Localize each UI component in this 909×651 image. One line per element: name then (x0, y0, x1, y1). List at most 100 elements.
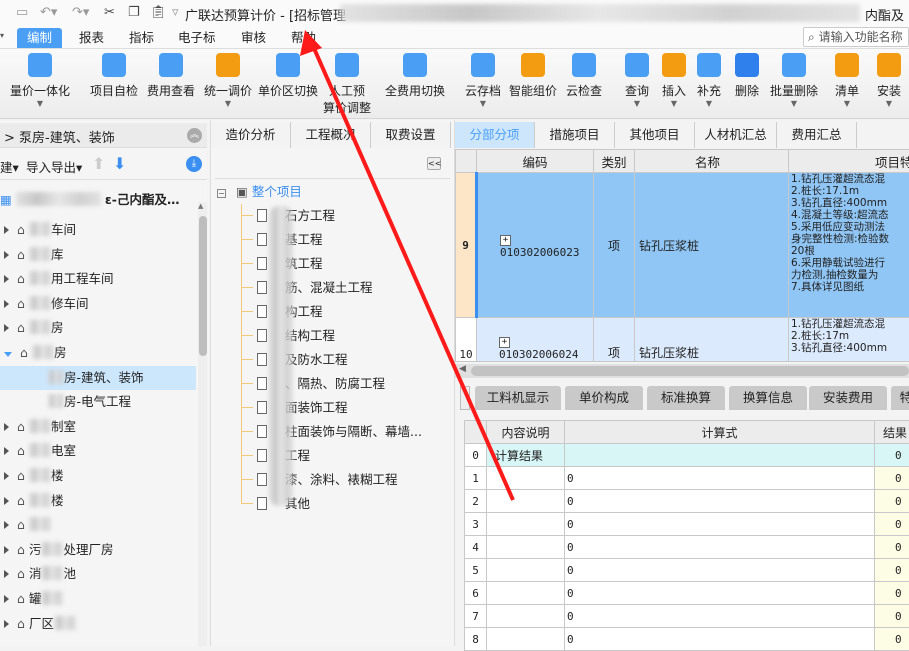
expand-arrow-icon[interactable] (4, 620, 9, 628)
bottom-tab-5[interactable]: 特 (891, 386, 909, 410)
section-item[interactable]: 筋、混凝土工程 (241, 276, 373, 300)
tree-item[interactable]: 房-电气工程 (0, 390, 196, 414)
desc-cell[interactable] (487, 559, 565, 582)
menu-review[interactable]: 审核 (231, 28, 276, 48)
tab-cost-analysis[interactable]: 造价分析 (211, 122, 291, 148)
scrollbar-thumb[interactable] (199, 216, 207, 356)
formula-cell[interactable]: 0 (565, 628, 875, 651)
calc-row[interactable]: 1 0 0 (465, 467, 909, 490)
tree-item[interactable]: ⌂修车间 (4, 292, 88, 316)
collapse-up-icon[interactable]: ︽ (187, 128, 202, 143)
menu-help[interactable]: 帮助 (281, 28, 326, 48)
type-cell[interactable]: 项 (594, 173, 635, 318)
menu-report[interactable]: 报表 (69, 28, 114, 48)
menu-edit[interactable]: 编制 (17, 28, 62, 48)
toolbar-button-7[interactable]: 云存档▼ (465, 53, 501, 108)
redo-icon[interactable]: ↷▾ (72, 5, 89, 20)
expand-arrow-icon[interactable] (4, 472, 9, 480)
tree-item[interactable]: ⌂污处理厂房 (4, 538, 113, 562)
calc-row[interactable]: 0 计算结果 0 (465, 444, 909, 467)
code-cell[interactable]: +010302006023 (477, 173, 594, 318)
section-item[interactable]: 漆、涂料、裱糊工程 (241, 468, 398, 492)
tree-item[interactable]: ⌂罐 (4, 587, 63, 611)
scrollbar-thumb[interactable] (471, 366, 909, 376)
download-icon[interactable]: ⤓ (186, 156, 202, 172)
expand-arrow-icon[interactable] (4, 324, 9, 332)
tree-item[interactable]: ⌂ (4, 513, 51, 537)
expand-arrow-icon[interactable] (4, 497, 9, 505)
paste-icon[interactable]: 📋︎ (150, 5, 167, 20)
toolbar-button-13[interactable]: 删除 (735, 53, 759, 99)
tab-4[interactable]: 费用汇总 (777, 122, 857, 148)
formula-cell[interactable]: 0 (565, 582, 875, 605)
new-dropdown[interactable]: 建▾ (0, 157, 19, 176)
save-icon[interactable]: ▭ (16, 5, 28, 20)
dropdown-arrow-icon[interactable]: ▼ (697, 99, 721, 108)
toolbar-button-11[interactable]: 插入▼ (662, 53, 686, 108)
tree-item[interactable]: ⌂消池 (4, 562, 76, 586)
menu-dropdown-icon[interactable]: ▾ (0, 31, 4, 40)
table-row[interactable]: 10 +010302006024 项 钻孔压浆桩 1.钻孔压灌超流态混2.桩长:… (456, 318, 909, 362)
toolbar-button-9[interactable]: 云检查 (566, 53, 602, 99)
code-cell[interactable]: +010302006024 (477, 318, 594, 362)
section-item[interactable]: 面装饰工程 (241, 396, 348, 420)
calc-row[interactable]: 2 0 0 (465, 490, 909, 513)
formula-cell[interactable]: 0 (565, 605, 875, 628)
calc-row[interactable]: 5 0 0 (465, 559, 909, 582)
move-up-icon[interactable]: ⬆ (92, 154, 105, 173)
name-cell[interactable]: 钻孔压浆桩 (635, 318, 789, 362)
dropdown-arrow-icon[interactable]: ▼ (770, 99, 818, 108)
calc-row[interactable]: 3 0 0 (465, 513, 909, 536)
bottom-tab-3[interactable]: 换算信息 (729, 386, 807, 410)
expand-arrow-icon[interactable] (4, 352, 12, 357)
formula-cell[interactable]: 0 (565, 536, 875, 559)
toolbar-button-1[interactable]: 项目自检 (90, 53, 138, 99)
tab-2[interactable]: 其他项目 (615, 122, 695, 148)
tree-item[interactable]: 房-建筑、装饰 (0, 366, 196, 390)
desc-cell[interactable] (487, 536, 565, 559)
tree-item[interactable]: ⌂制室 (4, 415, 76, 439)
tree-item[interactable]: ⌂库 (4, 243, 63, 267)
section-item[interactable]: 及防水工程 (241, 348, 348, 372)
desc-cell[interactable] (487, 490, 565, 513)
calc-row[interactable]: 4 0 0 (465, 536, 909, 559)
expand-arrow-icon[interactable] (4, 423, 9, 431)
toolbar-button-15[interactable]: 清单▼ (835, 53, 859, 108)
type-cell[interactable]: 项 (594, 318, 635, 362)
calc-row[interactable]: 8 0 0 (465, 628, 909, 651)
table-row[interactable]: 9 +010302006023 项 钻孔压浆桩 1.钻孔压灌超流态混2.桩长:1… (456, 173, 909, 318)
col-features[interactable]: 项目特征 (789, 150, 909, 173)
bottom-tab-1[interactable]: 单价构成 (565, 386, 643, 410)
toolbar-button-8[interactable]: 智能组价 (509, 53, 557, 99)
move-down-icon[interactable]: ⬇ (113, 154, 126, 173)
customize-dropdown-icon[interactable]: ▿ (172, 5, 179, 20)
desc-cell[interactable] (487, 628, 565, 651)
tree-item[interactable]: ⌂车间 (4, 218, 76, 242)
tab-fee-settings[interactable]: 取费设置 (371, 122, 451, 148)
toolbar-button-12[interactable]: 补充▼ (697, 53, 721, 108)
expand-toggle[interactable] (460, 386, 470, 410)
dropdown-arrow-icon[interactable]: ▼ (662, 99, 686, 108)
bottom-tab-2[interactable]: 标准换算 (647, 386, 725, 410)
section-item[interactable]: 、隔热、防腐工程 (241, 372, 385, 396)
formula-cell[interactable] (565, 444, 875, 467)
bottom-tab-4[interactable]: 安装费用 (809, 386, 887, 410)
desc-cell[interactable]: 计算结果 (487, 444, 565, 467)
formula-cell[interactable]: 0 (565, 490, 875, 513)
undo-icon[interactable]: ↶▾ (40, 5, 57, 20)
tab-3[interactable]: 人材机汇总 (695, 122, 777, 148)
toolbar-button-0[interactable]: 量价一体化▼ (10, 53, 70, 108)
expand-arrow-icon[interactable] (4, 546, 9, 554)
tree-item[interactable]: ⌂用工程车间 (4, 267, 113, 291)
desc-cell[interactable] (487, 513, 565, 536)
bottom-tab-0[interactable]: 工料机显示 (475, 386, 561, 410)
col-type[interactable]: 类别 (594, 150, 635, 173)
toolbar-button-3[interactable]: 统一调价▼ (204, 53, 252, 108)
collapse-icon[interactable]: − (217, 189, 226, 198)
expand-arrow-icon[interactable] (4, 570, 9, 578)
tree-item[interactable]: ⌂厂区 (4, 612, 76, 636)
copy-icon[interactable]: ❐ (128, 5, 140, 20)
col-code[interactable]: 编码 (477, 150, 594, 173)
expand-arrow-icon[interactable] (4, 595, 9, 603)
dropdown-arrow-icon[interactable]: ▼ (10, 99, 70, 108)
